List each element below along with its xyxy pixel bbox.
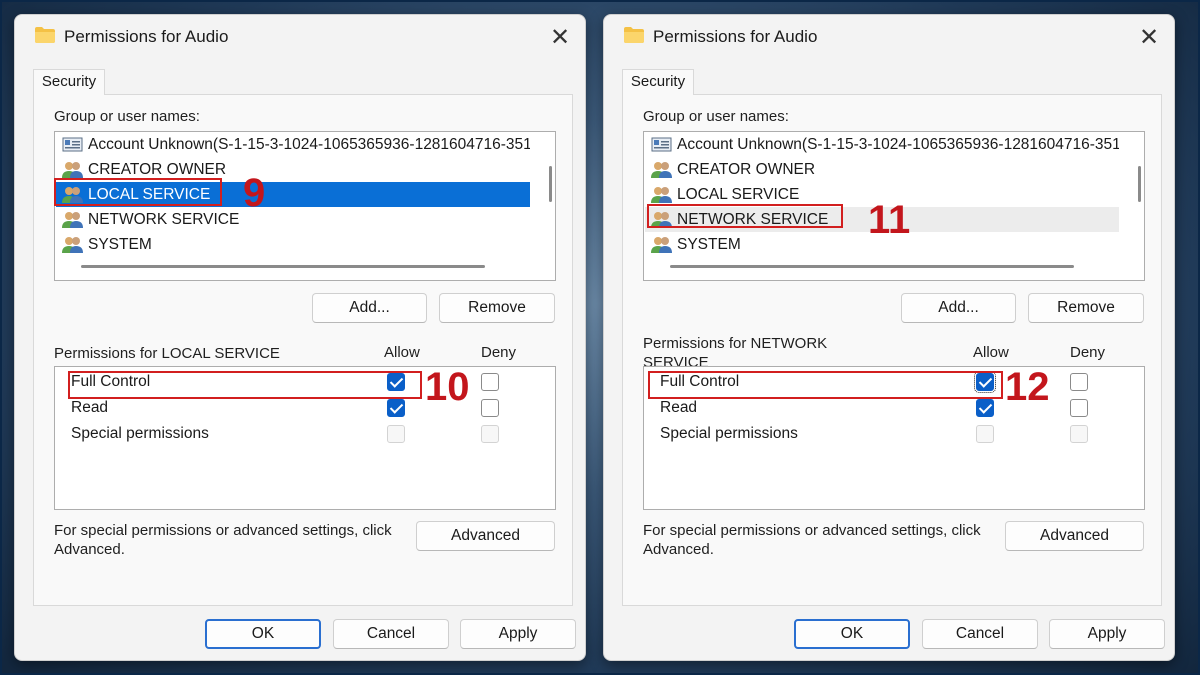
users-group-icon — [651, 237, 672, 253]
apply-button[interactable]: Apply — [460, 619, 576, 649]
users-group-icon — [62, 162, 83, 178]
advanced-button[interactable]: Advanced — [1005, 521, 1144, 551]
vertical-scrollbar[interactable] — [1138, 166, 1141, 202]
permission-row-special: Special permissions — [644, 421, 1144, 447]
special-allow-checkbox — [387, 425, 405, 443]
read-allow-checkbox[interactable] — [387, 399, 405, 417]
users-group-icon — [62, 237, 83, 253]
deny-column-header: Deny — [481, 344, 517, 361]
allow-column-header: Allow — [384, 344, 420, 361]
user-name: CREATOR OWNER — [677, 161, 816, 178]
allow-column-header: Allow — [973, 344, 1009, 361]
permissions-list: Full Control Read Special permissions — [54, 366, 556, 510]
step-number-9: 9 — [243, 171, 266, 215]
tab-security[interactable]: Security — [33, 69, 105, 95]
close-button[interactable]: ✕ — [545, 23, 575, 53]
user-name: NETWORK SERVICE — [88, 211, 240, 228]
close-icon: ✕ — [549, 23, 571, 51]
title-bar: Permissions for Audio ✕ — [604, 15, 1174, 61]
add-button[interactable]: Add... — [901, 293, 1016, 323]
tab-security[interactable]: Security — [622, 69, 694, 95]
permissions-dialog-network-service: Permissions for Audio ✕ Security Group o… — [603, 14, 1175, 661]
user-name: Account Unknown(S-1-15-3-1024-1065365936… — [677, 136, 1119, 153]
permission-name: Full Control — [71, 373, 151, 390]
special-deny-checkbox — [1070, 425, 1088, 443]
title-bar: Permissions for Audio ✕ — [15, 15, 585, 61]
read-allow-checkbox[interactable] — [976, 399, 994, 417]
remove-button[interactable]: Remove — [439, 293, 555, 323]
list-item-account-unknown[interactable]: Account Unknown(S-1-15-3-1024-1065365936… — [56, 132, 530, 157]
full-control-allow-checkbox[interactable] — [974, 371, 996, 393]
list-item-creator-owner[interactable]: CREATOR OWNER — [645, 157, 1119, 182]
permission-row-read: Read — [55, 395, 555, 421]
step-number-12: 12 — [1005, 365, 1050, 409]
permissions-list: Full Control Read Special permissions — [643, 366, 1145, 510]
add-button[interactable]: Add... — [312, 293, 427, 323]
unknown-account-icon — [62, 137, 83, 152]
cancel-button[interactable]: Cancel — [333, 619, 449, 649]
read-deny-checkbox[interactable] — [481, 399, 499, 417]
permission-row-full-control: Full Control — [644, 369, 1144, 395]
user-list[interactable]: Account Unknown(S-1-15-3-1024-1065365936… — [54, 131, 556, 281]
permission-name: Special permissions — [71, 425, 209, 442]
permission-name: Read — [660, 399, 698, 416]
permissions-title: Permissions for LOCAL SERVICE — [54, 345, 280, 362]
group-or-user-names-label: Group or user names: — [643, 108, 789, 125]
advanced-hint-text: For special permissions or advanced sett… — [54, 522, 392, 558]
list-item-creator-owner[interactable]: CREATOR OWNER — [56, 157, 530, 182]
user-name: SYSTEM — [677, 236, 741, 253]
users-group-icon — [62, 187, 83, 203]
user-name: LOCAL SERVICE — [677, 186, 800, 203]
users-group-icon — [62, 212, 83, 228]
permission-name: Special permissions — [660, 425, 798, 442]
user-name: Account Unknown(S-1-15-3-1024-1065365936… — [88, 136, 530, 153]
unknown-account-icon — [651, 137, 672, 152]
users-group-icon — [651, 162, 672, 178]
apply-button[interactable]: Apply — [1049, 619, 1165, 649]
advanced-button[interactable]: Advanced — [416, 521, 555, 551]
horizontal-scrollbar[interactable] — [670, 265, 1074, 268]
permission-row-full-control: Full Control — [55, 369, 555, 395]
folder-icon — [624, 27, 644, 43]
list-item-system[interactable]: SYSTEM — [56, 232, 530, 257]
permission-row-read: Read — [644, 395, 1144, 421]
full-control-deny-checkbox[interactable] — [481, 373, 499, 391]
vertical-scrollbar[interactable] — [549, 166, 552, 202]
cancel-button[interactable]: Cancel — [922, 619, 1038, 649]
window-title: Permissions for Audio — [653, 27, 818, 46]
permission-name: Full Control — [660, 373, 740, 390]
permission-name: Read — [71, 399, 109, 416]
security-tab-panel: Group or user names: Account Unknown(S-1… — [622, 94, 1162, 606]
permissions-dialog-local-service: Permissions for Audio ✕ Security Group o… — [14, 14, 586, 661]
step-number-11: 11 — [868, 198, 911, 242]
users-group-icon — [651, 212, 672, 228]
read-deny-checkbox[interactable] — [1070, 399, 1088, 417]
list-item-network-service[interactable]: NETWORK SERVICE — [56, 207, 530, 232]
window-title: Permissions for Audio — [64, 27, 229, 46]
users-group-icon — [651, 187, 672, 203]
list-item-local-service[interactable]: LOCAL SERVICE — [56, 182, 530, 207]
list-item-account-unknown[interactable]: Account Unknown(S-1-15-3-1024-1065365936… — [645, 132, 1119, 157]
ok-button[interactable]: OK — [794, 619, 910, 649]
deny-column-header: Deny — [1070, 344, 1106, 361]
folder-icon — [35, 27, 55, 43]
full-control-deny-checkbox[interactable] — [1070, 373, 1088, 391]
full-control-allow-checkbox[interactable] — [387, 373, 405, 391]
security-tab-panel: Group or user names: Account Unknown(S-1… — [33, 94, 573, 606]
user-name: SYSTEM — [88, 236, 152, 253]
user-name: LOCAL SERVICE — [88, 186, 211, 203]
close-button[interactable]: ✕ — [1134, 23, 1164, 53]
special-allow-checkbox — [976, 425, 994, 443]
ok-button[interactable]: OK — [205, 619, 321, 649]
special-deny-checkbox — [481, 425, 499, 443]
permission-row-special: Special permissions — [55, 421, 555, 447]
horizontal-scrollbar[interactable] — [81, 265, 485, 268]
user-name: CREATOR OWNER — [88, 161, 227, 178]
group-or-user-names-label: Group or user names: — [54, 108, 200, 125]
advanced-hint-text: For special permissions or advanced sett… — [643, 522, 981, 558]
close-icon: ✕ — [1138, 23, 1160, 51]
user-name: NETWORK SERVICE — [677, 211, 829, 228]
remove-button[interactable]: Remove — [1028, 293, 1144, 323]
step-number-10: 10 — [425, 365, 470, 409]
